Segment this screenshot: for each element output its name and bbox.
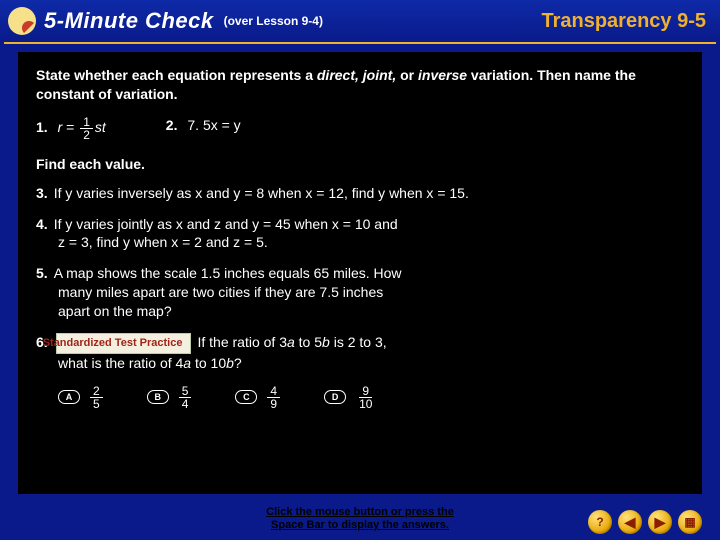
q4-l1: If y varies jointly as x and z and y = 4… (54, 216, 398, 232)
header-bar: 5-Minute Check (over Lesson 9-4) Transpa… (0, 0, 720, 42)
choice-a[interactable]: A 25 (58, 385, 105, 410)
q6-l1a: If the ratio of 3 (197, 334, 287, 350)
question-2: 2. 7. 5x = y (166, 116, 241, 141)
q1-num: 1. (36, 119, 48, 135)
q5-l2: many miles apart are two cities if they … (58, 284, 383, 300)
header-rule (4, 42, 716, 44)
back-button[interactable]: ◀ (618, 510, 642, 534)
nav-buttons: ? ◀ ▶ ▦ (588, 510, 702, 534)
choice-c-frac: 49 (267, 385, 280, 410)
help-button[interactable]: ? (588, 510, 612, 534)
q1-st: st (95, 119, 106, 135)
q5-l1: A map shows the scale 1.5 inches equals … (54, 265, 402, 281)
answer-choices: A 25 B 54 C 49 D 910 (36, 385, 684, 410)
choice-c-oval: C (235, 390, 257, 404)
q6-l1d: b (322, 334, 330, 350)
question-3: 3. If y varies inversely as x and y = 8 w… (36, 184, 684, 203)
test-practice-badge: Standardized Test Practice (56, 333, 192, 354)
q5-l3: apart on the map? (58, 303, 172, 319)
menu-button[interactable]: ▦ (678, 510, 702, 534)
q6-l2b: a (183, 355, 191, 371)
choice-d-oval: D (324, 390, 346, 404)
slide-content[interactable]: State whether each equation represents a… (18, 52, 702, 494)
transparency-label: Transparency 9-5 (541, 10, 706, 33)
forward-button[interactable]: ▶ (648, 510, 672, 534)
q1-frac-d: 2 (80, 129, 93, 141)
app-title: 5-Minute Check (44, 8, 214, 34)
q2-body: 7. 5x = y (187, 117, 240, 133)
hint-l1: Click the mouse button or press the (266, 506, 454, 518)
q6-l2d: b (226, 355, 234, 371)
section-2: Find each value. (36, 155, 684, 174)
row-q1-q2: 1. r = 12st 2. 7. 5x = y (36, 116, 684, 141)
q4-num: 4. (36, 216, 48, 232)
choice-b-oval: B (147, 390, 169, 404)
instr-or: or (400, 67, 418, 83)
choice-c-d: 9 (267, 398, 280, 410)
choice-a-frac: 25 (90, 385, 103, 410)
instr-em1: direct, joint, (317, 67, 400, 83)
question-1: 1. r = 12st (36, 116, 106, 141)
choice-c-n: 4 (267, 385, 280, 398)
q1-frac: 12 (80, 116, 93, 141)
question-5: 5. A map shows the scale 1.5 inches equal… (36, 264, 684, 321)
choice-a-oval: A (58, 390, 80, 404)
q5-num: 5. (36, 265, 48, 281)
q3-body: If y varies inversely as x and y = 8 whe… (54, 185, 469, 201)
q4-l2: z = 3, find y when x = 2 and z = 5. (58, 234, 268, 250)
choice-a-d: 5 (90, 398, 103, 410)
choice-d-n: 9 (359, 385, 372, 398)
instr-em2: inverse (418, 67, 467, 83)
q6-l1b: a (287, 334, 295, 350)
choice-b-n: 5 (179, 385, 192, 398)
choice-d[interactable]: D 910 (324, 385, 377, 410)
choice-a-n: 2 (90, 385, 103, 398)
hint-l2: Space Bar to display the answers. (271, 519, 449, 531)
q6-l1c: to 5 (295, 334, 322, 350)
clock-icon (8, 7, 36, 35)
choice-d-frac: 910 (356, 385, 375, 410)
choice-c[interactable]: C 49 (235, 385, 282, 410)
q1-frac-n: 1 (80, 116, 93, 129)
question-4: 4. If y varies jointly as x and z and y =… (36, 215, 684, 253)
q2-num: 2. (166, 117, 178, 133)
q6-l2c: to 10 (191, 355, 226, 371)
q6-l2e: ? (234, 355, 242, 371)
choice-b-frac: 54 (179, 385, 192, 410)
choice-b-d: 4 (179, 398, 192, 410)
instructions: State whether each equation represents a… (36, 66, 684, 104)
lesson-ref: (over Lesson 9-4) (224, 14, 323, 28)
q6-l2a: what is the ratio of 4 (58, 355, 183, 371)
q1-eq: = (62, 119, 78, 135)
q3-num: 3. (36, 185, 48, 201)
footer-hint: Click the mouse button or press the Spac… (266, 506, 454, 532)
choice-b[interactable]: B 54 (147, 385, 194, 410)
instr-a: State whether each equation represents a (36, 67, 317, 83)
question-6: 6.Standardized Test PracticeIf the ratio… (36, 333, 684, 373)
q6-l1e: is 2 to 3, (330, 334, 387, 350)
choice-d-d: 10 (356, 398, 375, 410)
